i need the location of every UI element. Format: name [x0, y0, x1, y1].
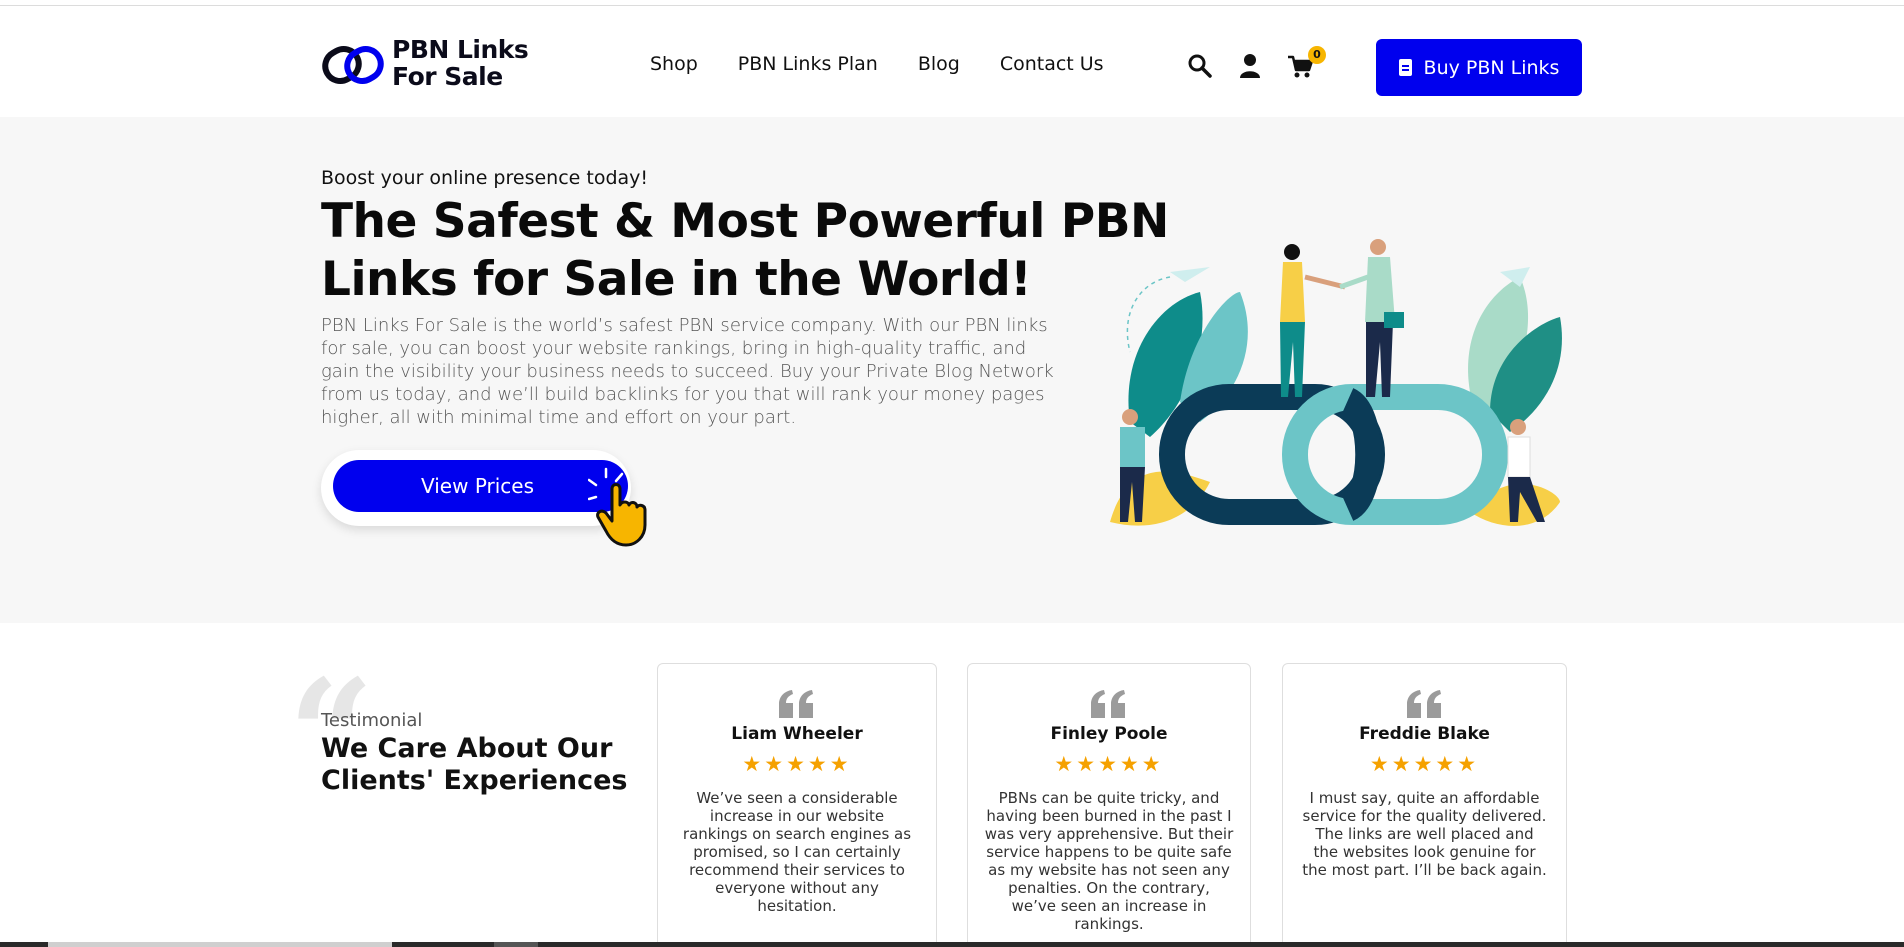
reviewer-name: Finley Poole	[1050, 724, 1168, 744]
scrollbar-thumb[interactable]	[48, 942, 392, 947]
reviewer-name: Liam Wheeler	[731, 724, 863, 744]
logo-line1: PBN Links	[392, 35, 529, 64]
user-icon[interactable]	[1236, 52, 1264, 80]
star-rating: ★★★★★	[742, 752, 852, 776]
logo-line2: For Sale	[392, 62, 503, 91]
testimonial-card: Finley Poole ★★★★★ PBNs can be quite tri…	[967, 663, 1251, 947]
review-text: We’ve seen a considerable increase in ou…	[682, 789, 912, 915]
testimonial-card: Liam Wheeler ★★★★★ We’ve seen a consider…	[657, 663, 937, 947]
hero-description: PBN Links For Sale is the world’s safest…	[321, 315, 1054, 428]
review-text: I must say, quite an affordable service …	[1302, 789, 1547, 879]
testimonial-title: We Care About Our Clients' Experiences	[321, 733, 628, 796]
main-nav: Shop PBN Links Plan Blog Contact Us	[650, 53, 1144, 75]
testimonial-card: Freddie Blake ★★★★★ I must say, quite an…	[1282, 663, 1567, 947]
site-header: PBN Links For Sale Shop PBN Links Plan B…	[0, 6, 1904, 117]
hero-title: The Safest & Most Powerful PBN Links for…	[321, 194, 1169, 307]
document-icon	[1398, 59, 1412, 76]
reviewer-name: Freddie Blake	[1359, 724, 1490, 744]
view-prices-label: View Prices	[421, 474, 535, 498]
quote-icon	[968, 690, 1250, 720]
header-icons: 0	[1186, 46, 1336, 80]
nav-pbn-links-plan[interactable]: PBN Links Plan	[738, 53, 878, 75]
scrollbar-segment	[494, 942, 538, 947]
search-icon[interactable]	[1186, 52, 1214, 80]
horizontal-scrollbar[interactable]	[0, 942, 1904, 947]
nav-shop[interactable]: Shop	[650, 53, 698, 75]
star-rating: ★★★★★	[1054, 752, 1164, 776]
cart-icon[interactable]: 0	[1286, 46, 1326, 80]
chain-logo-icon	[322, 46, 384, 84]
quote-icon	[1283, 690, 1566, 720]
cart-count-badge: 0	[1308, 46, 1326, 64]
review-text: PBNs can be quite tricky, and having bee…	[984, 789, 1234, 933]
buy-pbn-links-button[interactable]: Buy PBN Links	[1376, 39, 1582, 96]
site-logo[interactable]: PBN Links For Sale	[322, 35, 529, 91]
star-rating: ★★★★★	[1369, 752, 1480, 776]
nav-contact-us[interactable]: Contact Us	[1000, 53, 1104, 75]
nav-blog[interactable]: Blog	[918, 53, 960, 75]
buy-button-label: Buy PBN Links	[1423, 56, 1560, 79]
hero-section: Boost your online presence today! The Sa…	[0, 117, 1904, 623]
pointing-hand-icon	[588, 467, 647, 547]
logo-text: PBN Links For Sale	[392, 35, 529, 91]
chain-handshake-illustration	[1110, 239, 1562, 526]
testimonial-subtitle: Testimonial	[321, 710, 423, 731]
quote-icon	[658, 690, 936, 720]
view-prices-button[interactable]: View Prices	[333, 460, 628, 512]
view-prices-container: View Prices	[321, 450, 631, 526]
hero-eyebrow: Boost your online presence today!	[321, 167, 649, 189]
